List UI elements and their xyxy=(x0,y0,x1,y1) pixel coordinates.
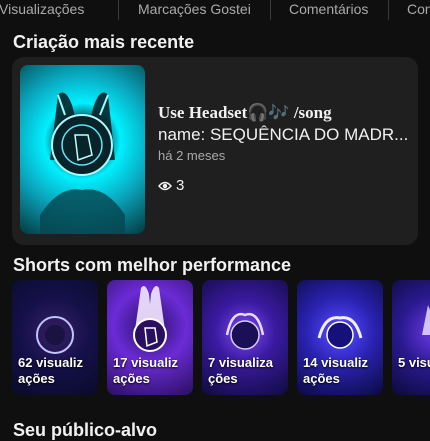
short-thumbnail[interactable]: 17 visualiz ações xyxy=(107,280,193,395)
video-thumbnail[interactable] xyxy=(20,65,145,234)
video-date: há 2 meses xyxy=(158,148,226,163)
video-title-line1: Use Headset🎧🎶 /song xyxy=(158,103,332,122)
tab-likes[interactable]: Marcações Gostei xyxy=(138,1,251,17)
video-title[interactable]: Use Headset🎧🎶 /song name: SEQUÊNCIA DO M… xyxy=(158,102,410,146)
short-views: 17 visualiz ações xyxy=(113,355,179,386)
tab-divider xyxy=(270,0,271,20)
short-thumbnail[interactable]: 14 visualiz ações xyxy=(297,280,383,395)
tab-more[interactable]: Con xyxy=(407,1,430,17)
video-views: 3 xyxy=(158,177,184,194)
tab-divider xyxy=(118,0,119,20)
video-views-count: 3 xyxy=(176,177,185,194)
latest-creation-heading: Criação mais recente xyxy=(13,32,195,52)
short-views: 14 visualiz ações xyxy=(303,355,369,386)
video-title-line2: name: SEQUÊNCIA DO MADR... xyxy=(158,125,409,144)
short-thumbnail[interactable]: 7 visualiza ções xyxy=(202,280,288,395)
tab-views[interactable]: Visualizações xyxy=(0,1,84,17)
tab-comments[interactable]: Comentários xyxy=(289,1,368,17)
tab-divider xyxy=(388,0,389,20)
short-thumbnail[interactable]: 5 visu ções xyxy=(392,280,430,395)
short-views: 7 visualiza ções xyxy=(208,355,274,386)
eye-icon xyxy=(158,181,172,191)
short-views: 62 visualiz ações xyxy=(18,355,84,386)
analytics-tabs: Visualizações Marcações Gostei Comentári… xyxy=(0,0,430,24)
short-art xyxy=(422,305,430,335)
short-thumbnail[interactable]: 62 visualiz ações xyxy=(12,280,98,395)
audience-heading: Seu público-alvo xyxy=(13,420,158,440)
latest-video-card[interactable]: Use Headset🎧🎶 /song name: SEQUÊNCIA DO M… xyxy=(12,57,418,245)
top-shorts-heading: Shorts com melhor performance xyxy=(13,255,292,275)
short-views: 5 visu ções xyxy=(398,355,430,370)
shorts-row: 62 visualiz ações 17 visualiz ações 7 vi… xyxy=(0,280,430,396)
thumbnail-art xyxy=(40,92,125,234)
